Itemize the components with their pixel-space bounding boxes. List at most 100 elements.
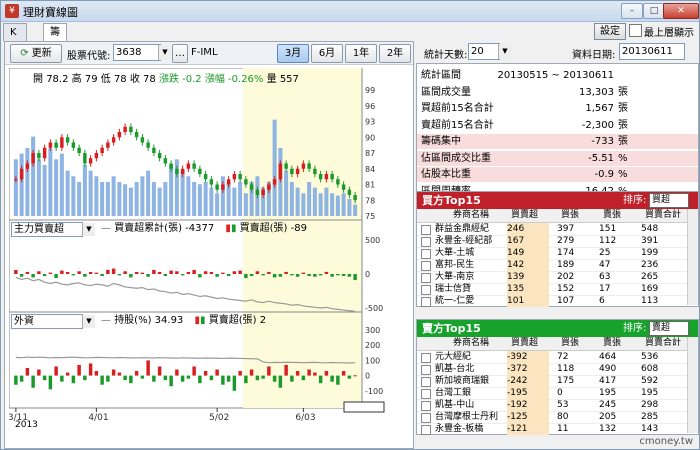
date-axis-label: 5/02 [209,413,229,423]
always-on-top-checkbox[interactable] [629,24,642,37]
range-2y-button[interactable]: 2年 [379,44,411,63]
maximize-button[interactable]: □ [643,3,665,19]
main-force-bar [94,272,99,274]
refresh-button[interactable]: ⟳ 更新 [10,44,62,63]
buy-col-header[interactable]: 券商名稱 [453,209,489,222]
foreign-bar [209,375,214,381]
row-checkbox[interactable] [421,273,431,283]
panel3-dropdown[interactable]: ▼ [82,315,95,328]
buy-col-header[interactable]: 買賣合計 [645,209,681,222]
stats-unit: 張 [618,136,628,147]
stats-row: 買超前15名合計 1,567 張 [417,101,698,116]
row-checkbox[interactable] [421,285,431,295]
volume-bar [59,153,64,216]
foreign-bar [152,375,156,382]
volume-bar [341,193,346,216]
buy-col-header[interactable]: 賣張 [603,209,621,222]
range-3m-button[interactable]: 3月 [277,44,309,63]
sell-col-header[interactable]: 券商名稱 [453,337,489,350]
main-force-bar [347,274,352,277]
foreign-bar [37,369,41,376]
data-date-input[interactable]: 20130611 [619,43,685,60]
tab-k-line[interactable]: K線圖 [3,23,27,72]
foreign-bar [111,369,116,376]
buy-col-header[interactable]: 買張 [561,209,579,222]
close-button[interactable]: ✕ [663,3,699,19]
stats-row: 區間成交量 13,303 張 [417,85,698,100]
row-checkbox[interactable] [421,249,431,259]
row-checkbox[interactable] [421,413,431,423]
row-checkbox[interactable] [421,425,431,435]
candle-body [37,153,41,159]
main-force-bar [169,270,173,274]
volume-bar [347,198,352,216]
candle-body [157,153,162,159]
settings-button[interactable]: 設定 [594,23,626,40]
main-force-bar [65,271,70,274]
buy-col-header[interactable]: 買賣超 [511,209,538,222]
stats-key: 佔區間成交比重 [421,152,491,164]
foreign-bar [163,375,168,381]
range-1y-button[interactable]: 1年 [345,44,377,63]
volume-bar [71,176,76,216]
volume-bar [13,159,18,216]
buy-scrollbar[interactable] [687,209,698,305]
candle-body [25,163,30,169]
candle-body [60,137,64,148]
sell-sort-select[interactable]: 賣超 [649,321,689,336]
candle-body [341,184,346,190]
stats-value: 1,567 [585,103,614,114]
row-checkbox[interactable] [421,261,431,271]
chart-panel: ⟳ 更新 股票代號: 3638 ▼ … F-IML 3月 6月 1年 2年 99… [4,41,414,449]
days-dropdown[interactable]: ▼ [498,44,511,59]
foreign-bar [88,363,93,376]
table-cell: 統一-仁愛 [435,296,475,306]
minimize-button[interactable]: – [621,3,643,19]
sell-col-header[interactable]: 買賣合計 [645,337,681,350]
table-cell: 6 [599,296,605,306]
table-cell: -242 [507,375,549,387]
buy-sort-select[interactable]: 買超 [649,193,689,208]
panel3-select[interactable]: 外資 [11,314,83,329]
range-6m-button[interactable]: 6月 [311,44,343,63]
date-cursor-box [343,401,385,413]
row-checkbox[interactable] [421,389,431,399]
foreign-bar [146,360,150,376]
row-checkbox[interactable] [421,377,431,387]
row-checkbox[interactable] [421,237,431,247]
foreign-bar [14,375,18,385]
row-checkbox[interactable] [421,401,431,411]
stats-unit: 張 [618,86,628,98]
stats-key: 佔股本比重 [421,169,471,180]
sell-col-header[interactable]: 賣張 [603,337,621,350]
table-cell: 175 [557,376,575,386]
table-row[interactable]: 統一-仁愛 101 107 6 113 [417,295,687,308]
sell-col-header[interactable]: 買賣超 [511,337,538,350]
sell-scrollbar[interactable] [687,337,698,433]
panel3-axis-label: 200 [365,341,380,350]
days-input[interactable]: 20 [468,43,500,60]
volume-bar [203,181,208,216]
sell-col-header[interactable]: 買張 [561,337,579,350]
main-force-bar [140,272,145,274]
tab-chips-k-line[interactable]: 籌碼K線圖 [43,23,67,106]
stock-code-dropdown[interactable]: ▼ [158,45,171,60]
stats-row: 佔股本比重 -0.9% [417,167,698,182]
panel2-dropdown[interactable]: ▼ [82,223,95,236]
main-force-bar [88,271,93,274]
row-checkbox[interactable] [421,353,431,363]
sell-sort-label: 排序: [623,323,647,334]
stock-search-button[interactable]: … [172,44,188,63]
row-checkbox[interactable] [421,365,431,375]
stock-code-input[interactable]: 3638 [113,44,161,61]
table-row[interactable]: 永豐金-板橋 -121 11 132 143 [417,423,687,436]
candle-body [117,132,122,138]
panel3-legend2: 買賣超(張) 2 [208,315,267,326]
main-force-bar [106,269,110,274]
foreign-bar [278,375,283,388]
stats-panel: 統計天數: 20 ▼ 資料日期: 20130611 統計區間 20130515 ~… [416,41,699,447]
panel2-select[interactable]: 主力買賣超 [11,222,83,237]
main-force-bar [134,271,139,274]
row-checkbox[interactable] [421,297,431,307]
row-checkbox[interactable] [421,225,431,235]
